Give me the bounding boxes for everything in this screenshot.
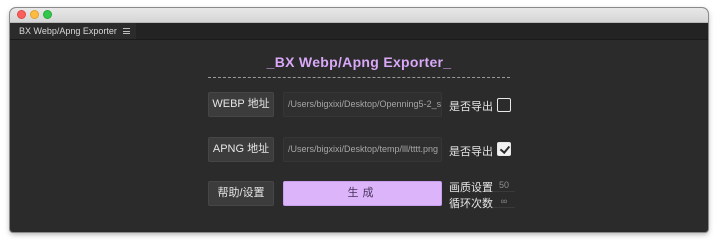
app-title: _BX Webp/Apng Exporter_	[266, 54, 452, 70]
app-window: BX Webp/Apng Exporter _BX Webp/Apng Expo…	[10, 8, 708, 232]
loop-count-input[interactable]: ∞	[493, 195, 515, 208]
apng-export-label: 是否导出	[449, 146, 493, 158]
panel-tab-title: BX Webp/Apng Exporter	[19, 26, 117, 36]
webp-path-field[interactable]: /Users/bigxixi/Desktop/Openning5-2_slide…	[283, 92, 442, 117]
panel-menu-icon[interactable]	[122, 28, 130, 34]
webp-path-button[interactable]: WEBP 地址	[208, 92, 274, 117]
title-divider	[208, 77, 510, 78]
loop-count-label: 循环次数	[449, 198, 493, 210]
maximize-window-button[interactable]	[43, 10, 52, 19]
close-window-button[interactable]	[17, 10, 26, 19]
apng-export-checkbox[interactable]	[497, 142, 511, 156]
help-settings-button[interactable]: 帮助/设置	[208, 181, 274, 206]
apng-path-field[interactable]: /Users/bigxixi/Desktop/temp/lll/tttt.png	[283, 137, 442, 162]
webp-export-label: 是否导出	[449, 101, 493, 113]
panel-content: _BX Webp/Apng Exporter_ WEBP 地址 /Users/b…	[10, 40, 708, 232]
webp-export-checkbox[interactable]	[497, 98, 511, 112]
generate-button[interactable]: 生成	[283, 181, 442, 206]
panel-header: BX Webp/Apng Exporter	[10, 23, 708, 40]
minimize-window-button[interactable]	[30, 10, 39, 19]
apng-path-button[interactable]: APNG 地址	[208, 137, 274, 162]
window-titlebar	[10, 8, 708, 23]
quality-label: 画质设置	[449, 182, 493, 194]
quality-input[interactable]: 50	[493, 179, 515, 192]
panel-tab[interactable]: BX Webp/Apng Exporter	[10, 23, 136, 39]
